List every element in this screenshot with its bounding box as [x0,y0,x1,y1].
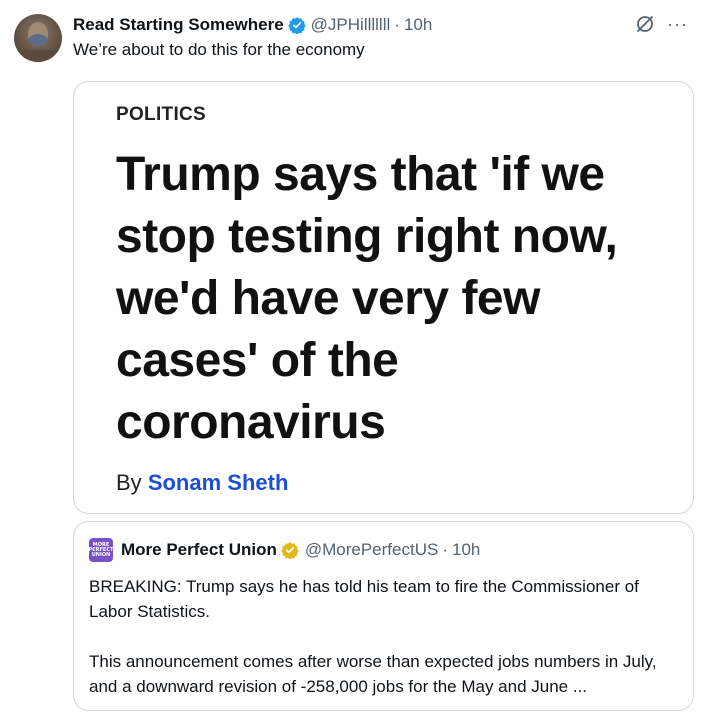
byline-prefix: By [116,470,142,495]
article-byline: By Sonam Sheth [116,470,288,496]
quoted-tweet-text: BREAKING: Trump says he has told his tea… [89,574,679,699]
header-separator: · [394,15,400,34]
tweet-header: Read Starting Somewhere @JPHilllllll · 1… [73,14,688,36]
article-section-label: POLITICS [116,104,207,125]
quoted-author-handle[interactable]: @MorePerfectUS [305,540,438,560]
quoted-tweet-card[interactable]: MORE PERFECT UNION More Perfect Union @M… [73,521,694,711]
quoted-author-name[interactable]: More Perfect Union [121,540,277,560]
verified-badge-icon [287,16,306,35]
quoted-header-separator: · [442,540,448,559]
quoted-paragraph-2: This announcement comes after worse than… [89,652,657,696]
tweet-text: We’re about to do this for the economy [73,40,365,59]
gold-verified-badge-icon [281,541,299,560]
header-actions: ··· [635,14,688,34]
article-headline: Trump says that 'if we stop testing righ… [116,148,618,449]
article-card[interactable]: POLITICS Trump says that 'if we stop tes… [73,81,694,514]
quoted-paragraph-1: BREAKING: Trump says he has told his tea… [89,577,639,621]
byline-author-link[interactable]: Sonam Sheth [148,470,289,495]
author-handle[interactable]: @JPHilllllll [311,15,391,35]
author-avatar[interactable] [14,14,62,62]
quoted-timestamp[interactable]: 10h [452,540,480,560]
quoted-author-avatar[interactable]: MORE PERFECT UNION [89,538,113,562]
quoted-tweet-header: MORE PERFECT UNION More Perfect Union @M… [89,538,480,562]
author-name[interactable]: Read Starting Somewhere [73,15,284,35]
more-options-icon[interactable]: ··· [667,15,688,33]
tweet-timestamp[interactable]: 10h [404,15,432,35]
grok-icon[interactable] [635,14,655,34]
